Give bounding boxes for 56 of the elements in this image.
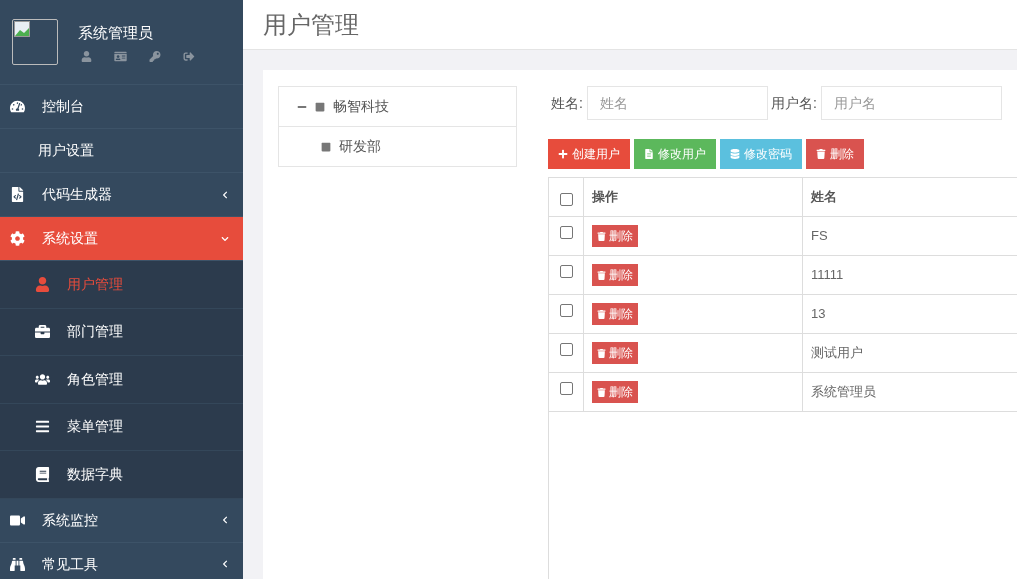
tree-node[interactable]: 研发部 xyxy=(339,136,381,157)
toolbar-button[interactable]: 删除 xyxy=(806,139,864,169)
trash-icon xyxy=(597,309,606,319)
delete-button[interactable]: 删除 xyxy=(592,303,638,325)
broken-image-icon xyxy=(14,21,30,37)
dashboard-icon xyxy=(10,99,25,114)
search-field[interactable]: 用户名 xyxy=(820,86,1002,120)
field-label: 用户名: xyxy=(770,93,817,113)
document-icon xyxy=(644,149,654,159)
trash-icon xyxy=(597,231,606,241)
checkbox[interactable] xyxy=(559,343,573,356)
binoculars-icon xyxy=(10,556,25,572)
field-label: 姓名: xyxy=(551,93,583,113)
trash-icon xyxy=(597,270,606,280)
id-card-icon[interactable] xyxy=(114,50,127,62)
trash-icon xyxy=(816,149,826,159)
plus-icon xyxy=(558,149,568,159)
table-cell-text: 11111 xyxy=(811,266,844,285)
table-cell-text: 系统管理员 xyxy=(811,383,876,402)
database-icon xyxy=(730,149,740,159)
checkbox[interactable] xyxy=(559,265,573,278)
toolbar-button[interactable]: 创建用户 xyxy=(548,139,630,169)
table-cell-text: FS xyxy=(811,227,828,246)
checkbox[interactable] xyxy=(559,382,573,395)
submenu-item[interactable]: 部门管理 xyxy=(0,308,243,356)
trash-icon xyxy=(597,387,606,397)
submenu-item[interactable]: 角色管理 xyxy=(0,356,243,404)
column-header: 操作 xyxy=(592,188,618,207)
delete-button[interactable]: 删除 xyxy=(592,381,638,403)
briefcase-icon xyxy=(35,324,50,340)
user-icon xyxy=(35,276,50,292)
delete-button[interactable]: 删除 xyxy=(592,342,638,364)
submenu-item[interactable]: 菜单管理 xyxy=(0,403,243,451)
table-cell-text: 13 xyxy=(811,305,826,324)
users-icon xyxy=(35,371,50,387)
delete-button[interactable]: 删除 xyxy=(592,264,638,286)
column-header: 姓名 xyxy=(811,188,837,207)
menu-icon xyxy=(35,419,50,435)
user-name: 系统管理员 xyxy=(78,23,154,44)
delete-button[interactable]: 删除 xyxy=(592,225,638,247)
sidebar-item[interactable]: 系统设置 xyxy=(0,217,243,261)
checkbox[interactable] xyxy=(559,226,573,239)
key-icon[interactable] xyxy=(149,50,161,62)
logout-icon[interactable] xyxy=(183,50,195,62)
tree-node[interactable]: 畅智科技 xyxy=(333,96,389,117)
page-title: 用户管理 xyxy=(263,9,359,40)
code-file-icon xyxy=(10,187,25,202)
trash-icon xyxy=(597,348,606,358)
checkbox[interactable] xyxy=(559,304,573,317)
user-icon[interactable] xyxy=(81,50,92,62)
table-cell-text: 测试用户 xyxy=(811,344,863,363)
search-field[interactable]: 姓名 xyxy=(586,86,768,120)
gear-icon xyxy=(10,231,25,246)
checkbox[interactable] xyxy=(559,192,573,206)
book-icon xyxy=(35,466,50,482)
submenu-item[interactable]: 数据字典 xyxy=(0,451,243,499)
